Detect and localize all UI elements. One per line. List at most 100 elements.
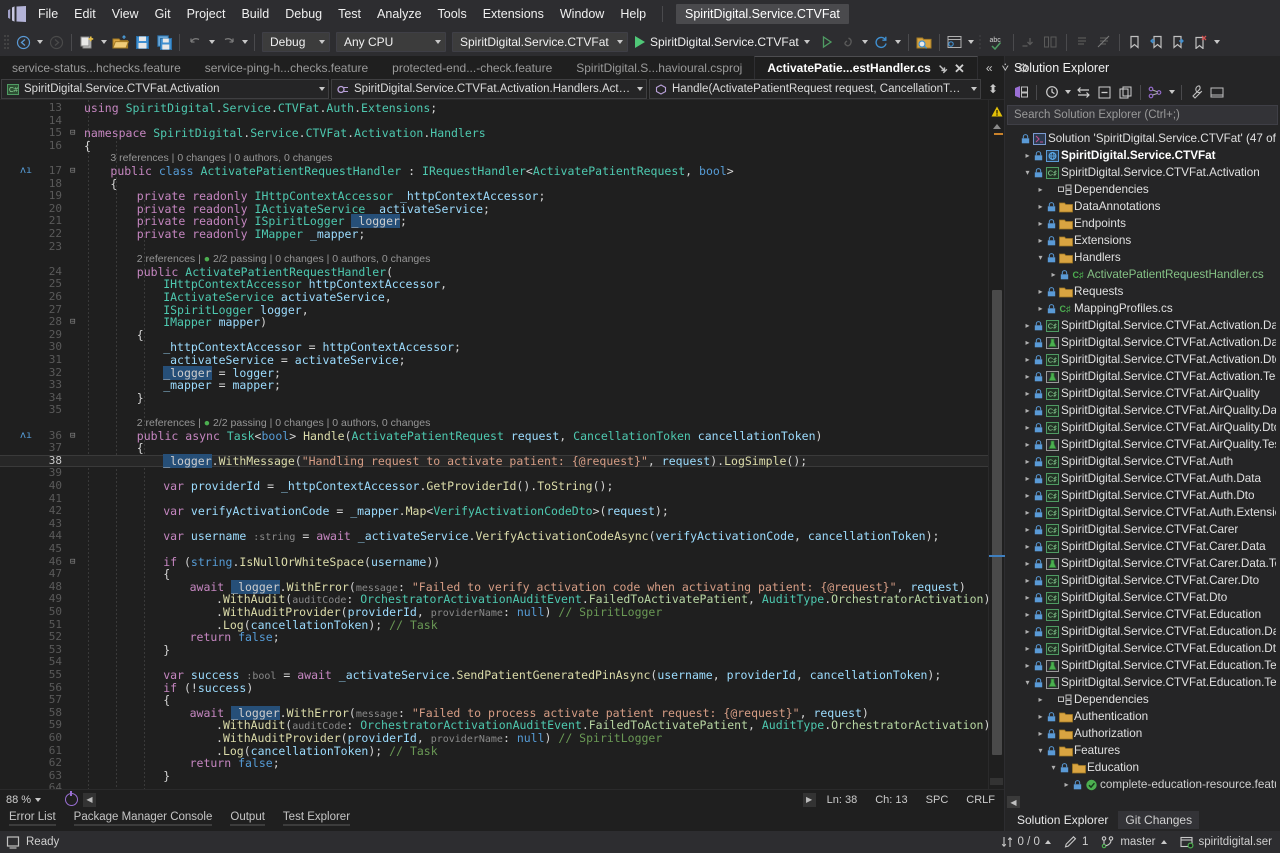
code-line[interactable]: 26 IActivateService activateService, <box>0 290 988 304</box>
code-line[interactable]: 29{ <box>0 328 988 342</box>
document-tab[interactable]: protected-end...-check.feature <box>380 56 565 79</box>
pin-icon[interactable]: ⇥ <box>935 60 951 76</box>
navigate-backward-dropdown[interactable] <box>34 31 45 53</box>
tab-solution-explorer[interactable]: Solution Explorer <box>1010 811 1115 829</box>
collapse-region-icon[interactable]: ⊟ <box>70 127 75 140</box>
expand-collapse-icon-collapsed[interactable]: ▸ <box>1035 236 1046 245</box>
editor-vertical-scrollbar[interactable] <box>988 100 1005 789</box>
code-line[interactable]: 23 <box>0 240 988 254</box>
solution-configuration-combo[interactable]: Debug <box>262 32 330 52</box>
code-line[interactable]: 28 ⊟ IMapper mapper) <box>0 316 988 329</box>
code-line[interactable]: 32 _logger = logger; <box>0 365 988 380</box>
expand-collapse-icon-collapsed[interactable]: ▸ <box>1022 355 1033 364</box>
pending-changes-filter-button[interactable] <box>1041 82 1062 103</box>
restart-dropdown[interactable] <box>893 31 904 53</box>
collapse-region-icon[interactable]: ⊟ <box>70 430 75 443</box>
solution-explorer-item[interactable]: ▸ C♯ SpiritDigital.Service.CTVFat.Auth.Dat… <box>1005 470 1280 487</box>
status-branch-group[interactable]: master <box>1101 835 1167 849</box>
code-line[interactable]: 22 private readonly IMapper _mapper; <box>0 227 988 241</box>
tab-output[interactable]: Output <box>221 809 274 826</box>
expand-collapse-icon-collapsed[interactable]: ▸ <box>1035 219 1046 228</box>
code-line[interactable]: 24 public ActivatePatientRequestHandler( <box>0 265 988 279</box>
solution-explorer-item[interactable]: ▸ C♯ SpiritDigital.Service.CTVFat.AirQuali… <box>1005 402 1280 419</box>
solution-explorer-item[interactable]: ▸ C♯ MappingProfiles.cs <box>1005 300 1280 317</box>
document-tab-active[interactable]: ActivatePatie...estHandler.cs ⇥ ✕ <box>754 56 978 79</box>
menu-build[interactable]: Build <box>233 3 277 25</box>
expand-collapse-icon-collapsed[interactable]: ▸ <box>1022 542 1033 551</box>
code-editor[interactable]: 13 using SpiritDigital.Service.CTVFat.Aut… <box>0 100 988 789</box>
switch-views-button[interactable] <box>1011 82 1032 103</box>
window-layout-button[interactable] <box>944 31 966 53</box>
solution-explorer-item[interactable]: ▾ C♯ SpiritDigital.Service.CTVFat.Activati… <box>1005 164 1280 181</box>
expand-collapse-icon-collapsed[interactable]: ▸ <box>1022 440 1033 449</box>
filter-dropdown[interactable] <box>1062 81 1073 103</box>
code-line[interactable]: 13 using SpiritDigital.Service.CTVFat.Aut… <box>0 101 988 115</box>
save-all-button[interactable] <box>153 31 175 53</box>
solution-explorer-item[interactable]: ▸ C♯ SpiritDigital.Service.CTVFat.Educatio… <box>1005 623 1280 640</box>
navbar-member-dropdown[interactable]: Handle(ActivatePatientRequest request, C… <box>649 79 981 99</box>
solution-explorer-item[interactable]: ▸ C♯ ActivatePatientRequestHandler.cs <box>1005 266 1280 283</box>
expand-collapse-icon-expanded[interactable]: ▾ <box>1035 746 1046 755</box>
code-line[interactable]: 15 ⊟ namespace SpiritDigital.Service.CTVFa… <box>0 127 988 140</box>
solution-explorer-item[interactable]: ▾ Features <box>1005 742 1280 759</box>
expand-collapse-icon-collapsed[interactable]: ▸ <box>1022 525 1033 534</box>
uncomment-button[interactable] <box>1093 31 1115 53</box>
toggle-bookmark-button[interactable] <box>1124 31 1146 53</box>
solution-explorer-item[interactable]: ▸ C♯ SpiritDigital.Service.CTVFat.Carer.Da… <box>1005 538 1280 555</box>
code-line[interactable]: 55 var success :bool = await _activateSer… <box>0 668 988 682</box>
menu-help[interactable]: Help <box>612 3 654 25</box>
properties-button[interactable] <box>1186 82 1207 103</box>
menu-git[interactable]: Git <box>147 3 179 25</box>
expand-collapse-icon-collapsed[interactable]: ▸ <box>1022 389 1033 398</box>
code-line[interactable]: 59 .WithAudit(auditCode: OrchestratorActi… <box>0 719 988 733</box>
warning-icon[interactable] <box>991 106 1003 117</box>
spell-check-button[interactable]: abc <box>987 31 1009 53</box>
code-line[interactable]: 62 return false; <box>0 757 988 770</box>
issue-indicator-icon[interactable] <box>65 791 78 806</box>
view-class-diagram-button[interactable] <box>1145 82 1166 103</box>
expand-collapse-icon-collapsed[interactable]: ▸ <box>1022 457 1033 466</box>
expand-collapse-icon-collapsed[interactable]: ▸ <box>1035 287 1046 296</box>
solution-explorer-item[interactable]: ▸ SpiritDigital.Service.CTVFat.Education.… <box>1005 657 1280 674</box>
solution-explorer-item[interactable]: ▸ C♯ SpiritDigital.Service.CTVFat.Activati… <box>1005 317 1280 334</box>
code-line[interactable]: 64 <box>0 782 988 789</box>
expand-collapse-icon-collapsed[interactable]: ▸ <box>1022 559 1033 568</box>
solution-explorer-item[interactable]: ▸ C♯ SpiritDigital.Service.CTVFat.Educatio… <box>1005 640 1280 657</box>
undo-button[interactable] <box>184 31 206 53</box>
code-line[interactable]: 50 .WithAuditProvider(providerId, provide… <box>0 605 988 619</box>
zoom-level-combo[interactable]: 88 % <box>0 794 62 806</box>
solution-explorer-item[interactable]: ▸ complete-education-resource.feature <box>1005 776 1280 793</box>
code-line[interactable]: ʌı 36 ⊟ public async Task<bool> Handle(Acti… <box>0 429 988 443</box>
solution-explorer-item[interactable]: ▸ SpiritDigital.Service.CTVFat.Activation… <box>1005 334 1280 351</box>
code-line[interactable]: 52 return false; <box>0 631 988 644</box>
document-tab[interactable]: SpiritDigital.S...havioural.csproj <box>564 56 755 79</box>
new-project-button[interactable] <box>76 31 98 53</box>
expand-collapse-icon-collapsed[interactable]: ▸ <box>1035 695 1046 704</box>
expand-collapse-icon-collapsed[interactable]: ▸ <box>1022 321 1033 330</box>
solution-platform-combo[interactable]: Any CPU <box>336 32 446 52</box>
scroll-tabs-left-icon[interactable]: « <box>986 61 993 75</box>
step-into-button[interactable] <box>1018 31 1040 53</box>
preview-selected-items-button[interactable] <box>1207 82 1228 103</box>
menu-extensions[interactable]: Extensions <box>475 3 552 25</box>
solution-explorer-item[interactable]: ▾ Education <box>1005 759 1280 776</box>
solution-explorer-item[interactable]: ▸ C♯ SpiritDigital.Service.CTVFat.AirQuali… <box>1005 419 1280 436</box>
status-repository-group[interactable]: spiritdigital.ser <box>1179 836 1272 849</box>
expand-collapse-icon-collapsed[interactable]: ▸ <box>1035 729 1046 738</box>
menu-file[interactable]: File <box>30 3 66 25</box>
menu-project[interactable]: Project <box>179 3 234 25</box>
solution-explorer-item[interactable]: ▸ Endpoints <box>1005 215 1280 232</box>
code-line[interactable]: 25 IHttpContextAccessor httpContextAccess… <box>0 278 988 291</box>
menu-test[interactable]: Test <box>330 3 369 25</box>
solution-explorer-item[interactable]: ▸ SpiritDigital.Service.CTVFat.Carer.Data… <box>1005 555 1280 572</box>
solution-explorer-item[interactable]: ▸ Dependencies <box>1005 181 1280 198</box>
status-pending-edits-group[interactable]: 1 <box>1064 836 1088 848</box>
code-line[interactable]: 42 var verifyActivationCode = _mapper.Map… <box>0 505 988 518</box>
scroll-left-button[interactable]: ◀ <box>83 792 96 807</box>
code-line[interactable]: 34} <box>0 391 988 405</box>
sync-with-active-document-button[interactable] <box>1073 82 1094 103</box>
split-view-button[interactable]: ⬍ <box>982 79 1004 99</box>
scrollbar-thumb[interactable] <box>992 290 1002 755</box>
code-line[interactable]: ʌı 17 ⊟ public class ActivatePatientRequest… <box>0 164 988 178</box>
menu-view[interactable]: View <box>104 3 147 25</box>
